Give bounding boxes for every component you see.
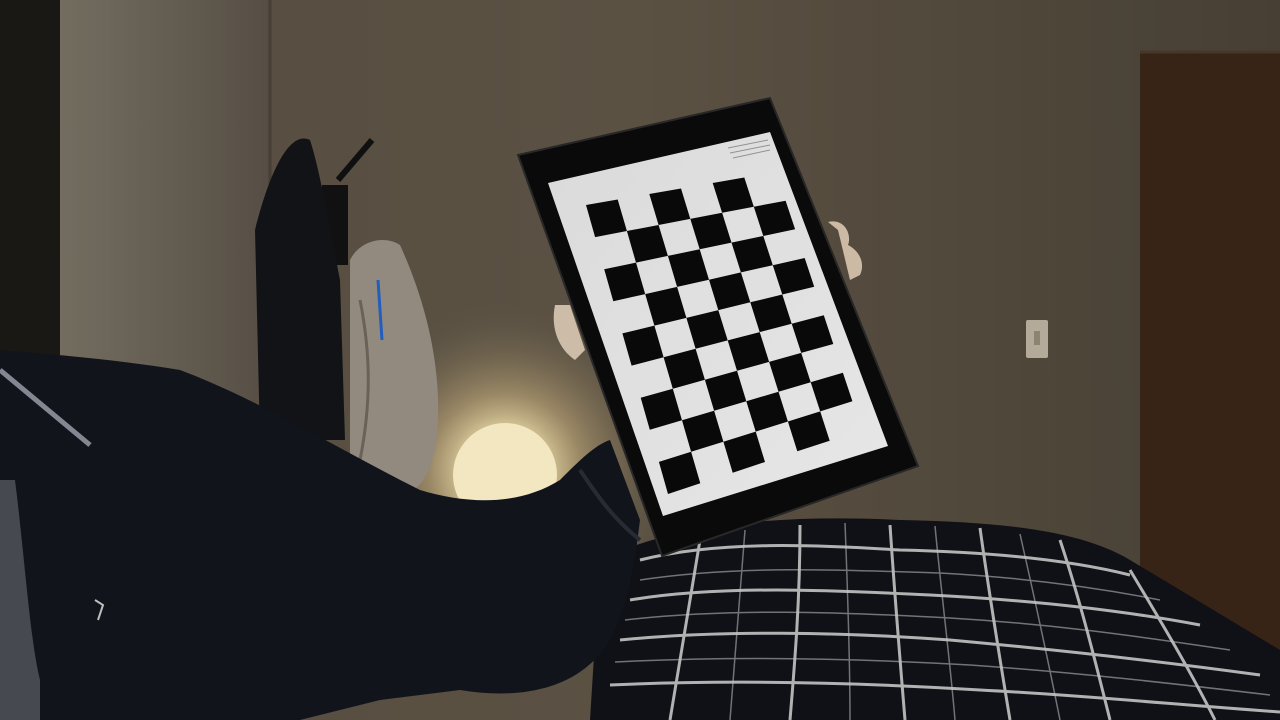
scene-illustration [0, 0, 1280, 720]
photo-scene [0, 0, 1280, 720]
